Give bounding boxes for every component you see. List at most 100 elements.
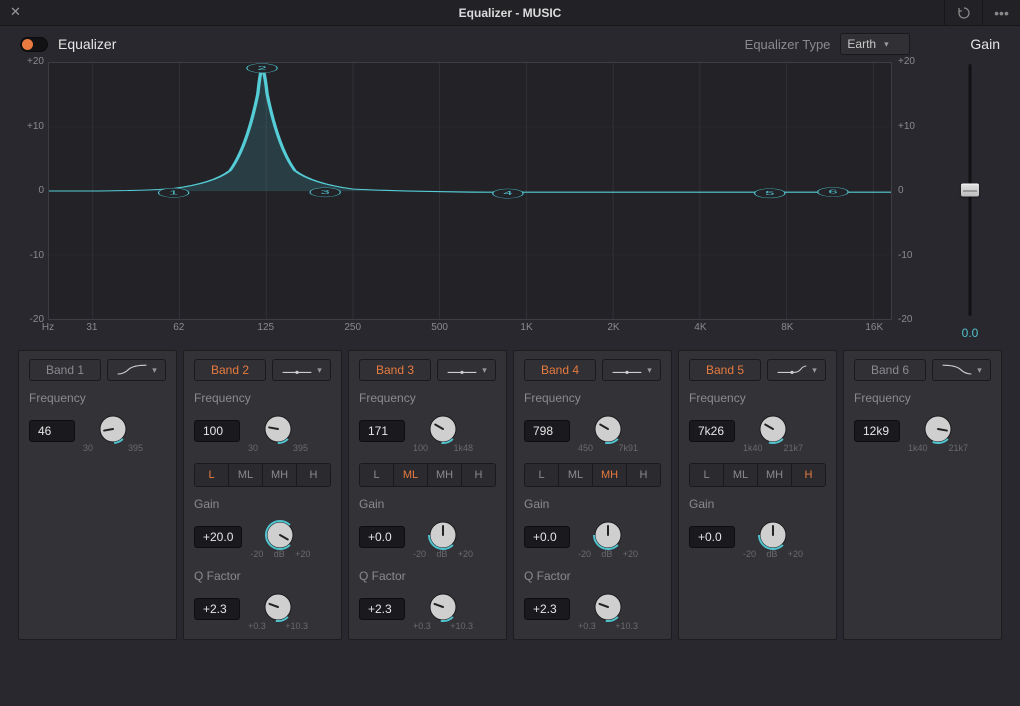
band-3-range-group: LMLMHH	[359, 463, 496, 487]
x-tick: 500	[431, 322, 448, 333]
x-tick: 125	[257, 322, 274, 333]
band-2-range-L[interactable]: L	[195, 464, 229, 486]
band-4-range-H[interactable]: H	[627, 464, 660, 486]
y-axis-right: +20+100-10-20	[892, 62, 920, 320]
band-3-range-ML[interactable]: ML	[394, 464, 428, 486]
chevron-down-icon: ▾	[977, 365, 982, 376]
band-3-shape-select[interactable]: ▾	[437, 359, 496, 381]
eq-type-label: Equalizer Type	[745, 37, 831, 52]
band-5-range-ML[interactable]: ML	[724, 464, 758, 486]
frequency-label: Frequency	[524, 391, 661, 405]
band-5-gain-value[interactable]: +0.0	[689, 526, 735, 548]
qfactor-label: Q Factor	[524, 569, 661, 583]
y-tick: -10	[898, 250, 912, 261]
frequency-label: Frequency	[359, 391, 496, 405]
band-5-toggle[interactable]: Band 5	[689, 359, 761, 381]
band-4-gain-value[interactable]: +0.0	[524, 526, 570, 548]
band-3-toggle[interactable]: Band 3	[359, 359, 431, 381]
band-3-range-MH[interactable]: MH	[428, 464, 462, 486]
band-2-freq-value[interactable]: 100	[194, 420, 240, 442]
x-axis: Hz31621252505001K2K4K8K16K	[48, 322, 892, 342]
x-tick: Hz	[42, 322, 54, 333]
svg-text:2: 2	[257, 65, 266, 71]
x-tick: 4K	[694, 322, 706, 333]
band-2-q-value[interactable]: +2.3	[194, 598, 240, 620]
x-tick: 8K	[781, 322, 793, 333]
band-2-range-MH[interactable]: MH	[263, 464, 297, 486]
band-6-freq-value[interactable]: 12k9	[854, 420, 900, 442]
chevron-down-icon: ▾	[647, 365, 652, 376]
chevron-down-icon: ▾	[812, 365, 817, 376]
eq-type-select[interactable]: Earth ▾	[840, 33, 910, 55]
chevron-down-icon: ▾	[152, 365, 157, 376]
gain-label: Gain	[524, 497, 661, 511]
band-3-range-L[interactable]: L	[360, 464, 394, 486]
band-5-freq-value[interactable]: 7k26	[689, 420, 735, 442]
y-tick: 0	[898, 185, 904, 196]
svg-text:6: 6	[828, 189, 837, 195]
band-3-freq-value[interactable]: 171	[359, 420, 405, 442]
gain-label: Gain	[359, 497, 496, 511]
band-2-range-ML[interactable]: ML	[229, 464, 263, 486]
y-tick: +20	[898, 56, 915, 67]
band-5-range-L[interactable]: L	[690, 464, 724, 486]
band-2-toggle[interactable]: Band 2	[194, 359, 266, 381]
band-3-gain-value[interactable]: +0.0	[359, 526, 405, 548]
frequency-label: Frequency	[689, 391, 826, 405]
y-axis: +20+100-10-20	[20, 62, 48, 320]
band-4-q-value[interactable]: +2.3	[524, 598, 570, 620]
band-2: Band 2 ▾ Frequency 100 30395 LMLMHH Gain…	[183, 350, 342, 640]
chevron-down-icon: ▾	[884, 39, 889, 50]
x-tick: 16K	[865, 322, 883, 333]
x-tick: 62	[173, 322, 184, 333]
band-1-freq-value[interactable]: 46	[29, 420, 75, 442]
gain-label: Gain	[689, 497, 826, 511]
close-icon[interactable]: ✕	[10, 4, 21, 20]
band-5-shape-select[interactable]: ▾	[767, 359, 826, 381]
band-4-shape-select[interactable]: ▾	[602, 359, 661, 381]
qfactor-label: Q Factor	[359, 569, 496, 583]
band-6-toggle[interactable]: Band 6	[854, 359, 926, 381]
band-4-range-L[interactable]: L	[525, 464, 559, 486]
gain-label: Gain	[194, 497, 331, 511]
band-5-range-group: LMLMHH	[689, 463, 826, 487]
band-1-toggle[interactable]: Band 1	[29, 359, 101, 381]
chevron-down-icon: ▾	[482, 365, 487, 376]
band-4-freq-value[interactable]: 798	[524, 420, 570, 442]
band-4-range-MH[interactable]: MH	[593, 464, 627, 486]
band-3-range-H[interactable]: H	[462, 464, 495, 486]
band-4-toggle[interactable]: Band 4	[524, 359, 596, 381]
band-5-range-MH[interactable]: MH	[758, 464, 792, 486]
history-icon[interactable]	[944, 0, 982, 26]
eq-graph[interactable]: 123456	[48, 62, 892, 320]
band-2-range-group: LMLMHH	[194, 463, 331, 487]
eq-label: Equalizer	[58, 36, 116, 52]
y-tick: +10	[898, 121, 915, 132]
band-1-shape-select[interactable]: ▾	[107, 359, 166, 381]
band-4-range-ML[interactable]: ML	[559, 464, 593, 486]
x-tick: 2K	[607, 322, 619, 333]
frequency-label: Frequency	[29, 391, 166, 405]
band-4: Band 4 ▾ Frequency 798 4507k91 LMLMHH Ga…	[513, 350, 672, 640]
band-5: Band 5 ▾ Frequency 7k26 1k4021k7 LMLMHH …	[678, 350, 837, 640]
frequency-label: Frequency	[854, 391, 991, 405]
band-2-shape-select[interactable]: ▾	[272, 359, 331, 381]
y-tick: +20	[20, 56, 44, 67]
y-tick: -20	[898, 314, 912, 325]
x-tick: 1K	[520, 322, 532, 333]
chevron-down-icon: ▾	[317, 365, 322, 376]
band-3-q-value[interactable]: +2.3	[359, 598, 405, 620]
band-5-range-H[interactable]: H	[792, 464, 825, 486]
x-tick: 250	[344, 322, 361, 333]
svg-text:4: 4	[503, 191, 512, 197]
x-tick: 31	[86, 322, 97, 333]
band-2-range-H[interactable]: H	[297, 464, 330, 486]
more-icon[interactable]: •••	[982, 0, 1020, 26]
eq-enable-toggle[interactable]	[20, 37, 48, 52]
band-3: Band 3 ▾ Frequency 171 1001k48 LMLMHH Ga…	[348, 350, 507, 640]
y-tick: 0	[20, 185, 44, 196]
gain-slider-handle[interactable]	[961, 184, 979, 197]
band-2-gain-value[interactable]: +20.0	[194, 526, 242, 548]
band-6: Band 6 ▾ Frequency 12k9 1k4021k7	[843, 350, 1002, 640]
band-6-shape-select[interactable]: ▾	[932, 359, 991, 381]
